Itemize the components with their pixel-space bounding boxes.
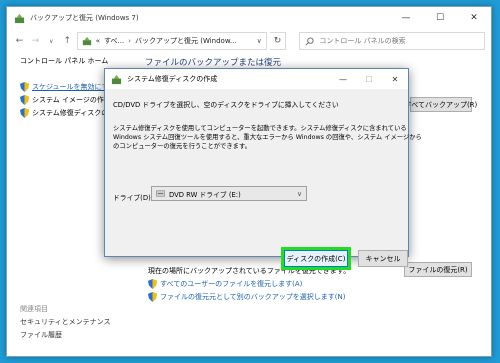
see-also-heading: 関連項目 (20, 305, 48, 313)
restore-all-users-link[interactable]: すべてのユーザーのファイルを復元します(A) (148, 279, 302, 289)
dialog-instruction: CD/DVD ドライブを選択し、空のディスクをドライブに挿入してください (113, 101, 339, 109)
main-title: バックアップと復元 (Windows 7) (30, 14, 139, 22)
select-other-backup-link[interactable]: ファイルの復元元として別のバックアップを選択します(N) (148, 292, 346, 302)
breadcrumb-separator-icon: › (128, 37, 131, 45)
dialog-maximize-button[interactable]: ☐ (356, 69, 382, 89)
file-history-link[interactable]: ファイル履歴 (20, 330, 110, 343)
search-icon (305, 36, 314, 45)
shield-icon (148, 292, 157, 302)
search-placeholder: コントロール パネルの検索 (319, 37, 406, 45)
forward-button[interactable]: → (29, 33, 42, 49)
back-button[interactable]: ← (13, 33, 26, 49)
minimize-button[interactable]: — (389, 7, 423, 29)
security-maintenance-link[interactable]: セキュリティとメンテナンス (20, 317, 110, 330)
breadcrumb-item-all[interactable]: すべ... (104, 36, 124, 46)
address-dropdown-icon[interactable]: ∨ (257, 37, 262, 45)
restore-files-button[interactable]: ファイルの復元(R) (404, 262, 472, 277)
dialog-minimize-button[interactable]: — (330, 69, 356, 89)
control-panel-home-link[interactable]: コントロール パネル ホーム (20, 56, 120, 66)
shield-icon (148, 279, 157, 289)
shield-icon (20, 81, 29, 92)
control-panel-icon (82, 36, 91, 46)
drive-label: ドライブ(D): (113, 194, 154, 202)
page-title: ファイルのバックアップまたは復元 (145, 58, 282, 68)
recent-locations-dropdown[interactable]: ∨ (45, 33, 58, 49)
select-other-backup-label: ファイルの復元元として別のバックアップを選択します(N) (160, 293, 346, 301)
dialog-title: システム修復ディスクの作成 (127, 75, 218, 83)
backup-restore-icon (14, 13, 25, 23)
dialog-description: システム修復ディスクを使用してコンピューターを起動できます。システム修復ディスク… (113, 124, 422, 151)
address-bar[interactable]: « すべ... › バックアップと復元 (Window... ∨ (76, 32, 267, 50)
repair-disc-icon (111, 74, 122, 84)
shield-icon (20, 107, 29, 118)
description-line: システム修復ディスクを使用してコンピューターを起動できます。システム修復ディスク… (113, 125, 407, 132)
backup-now-button[interactable]: すべてバックアップ(R) (405, 97, 477, 112)
search-input[interactable]: コントロール パネルの検索 (299, 32, 485, 50)
dialog-body: CD/DVD ドライブを選択し、空のディスクをドライブに挿入してください システ… (105, 89, 422, 270)
main-titlebar[interactable]: バックアップと復元 (Windows 7) — ☐ ✕ (7, 7, 491, 29)
breadcrumb-overflow[interactable]: « (96, 37, 100, 45)
create-disc-button[interactable]: ディスクの作成(C) (281, 247, 351, 270)
description-line: Windows システム回復ツールを使用すると、重大なエラーから Windows… (113, 134, 422, 141)
drive-select[interactable]: DVD RW ドライブ (E:) ∨ (151, 186, 307, 201)
address-row: ← → ∨ ↑ « すべ... › バックアップと復元 (Window... ∨… (7, 29, 491, 53)
up-button[interactable]: ↑ (61, 33, 74, 49)
see-also-section: 関連項目 セキュリティとメンテナンス ファイル履歴 (20, 304, 110, 343)
main-content: ファイルのバックアップまたは復元 (145, 56, 281, 68)
breadcrumb-item-backup[interactable]: バックアップと復元 (Window... (135, 36, 237, 46)
dvd-drive-icon (156, 190, 165, 197)
restore-description: 現在の場所にバックアップされているファイルを復元できます。 (148, 267, 351, 275)
dialog-close-button[interactable]: ✕ (382, 69, 408, 89)
shield-icon (20, 94, 29, 105)
chevron-down-icon: ∨ (297, 189, 302, 198)
refresh-button[interactable]: ↻ (269, 32, 287, 50)
description-line: のコンピューターの復元を行うことができます。 (113, 143, 251, 150)
restore-all-users-label: すべてのユーザーのファイルを復元します(A) (160, 280, 303, 288)
cancel-button[interactable]: キャンセル (358, 250, 408, 267)
close-button[interactable]: ✕ (457, 7, 491, 29)
dialog-titlebar[interactable]: システム修復ディスクの作成 — ☐ ✕ (105, 69, 408, 89)
drive-select-value: DVD RW ドライブ (E:) (169, 190, 241, 199)
create-repair-disc-dialog: システム修復ディスクの作成 — ☐ ✕ CD/DVD ドライブを選択し、空のディ… (104, 68, 422, 270)
maximize-button[interactable]: ☐ (423, 7, 457, 29)
sidebar-item-label: システム イメージの作成 (32, 95, 111, 104)
